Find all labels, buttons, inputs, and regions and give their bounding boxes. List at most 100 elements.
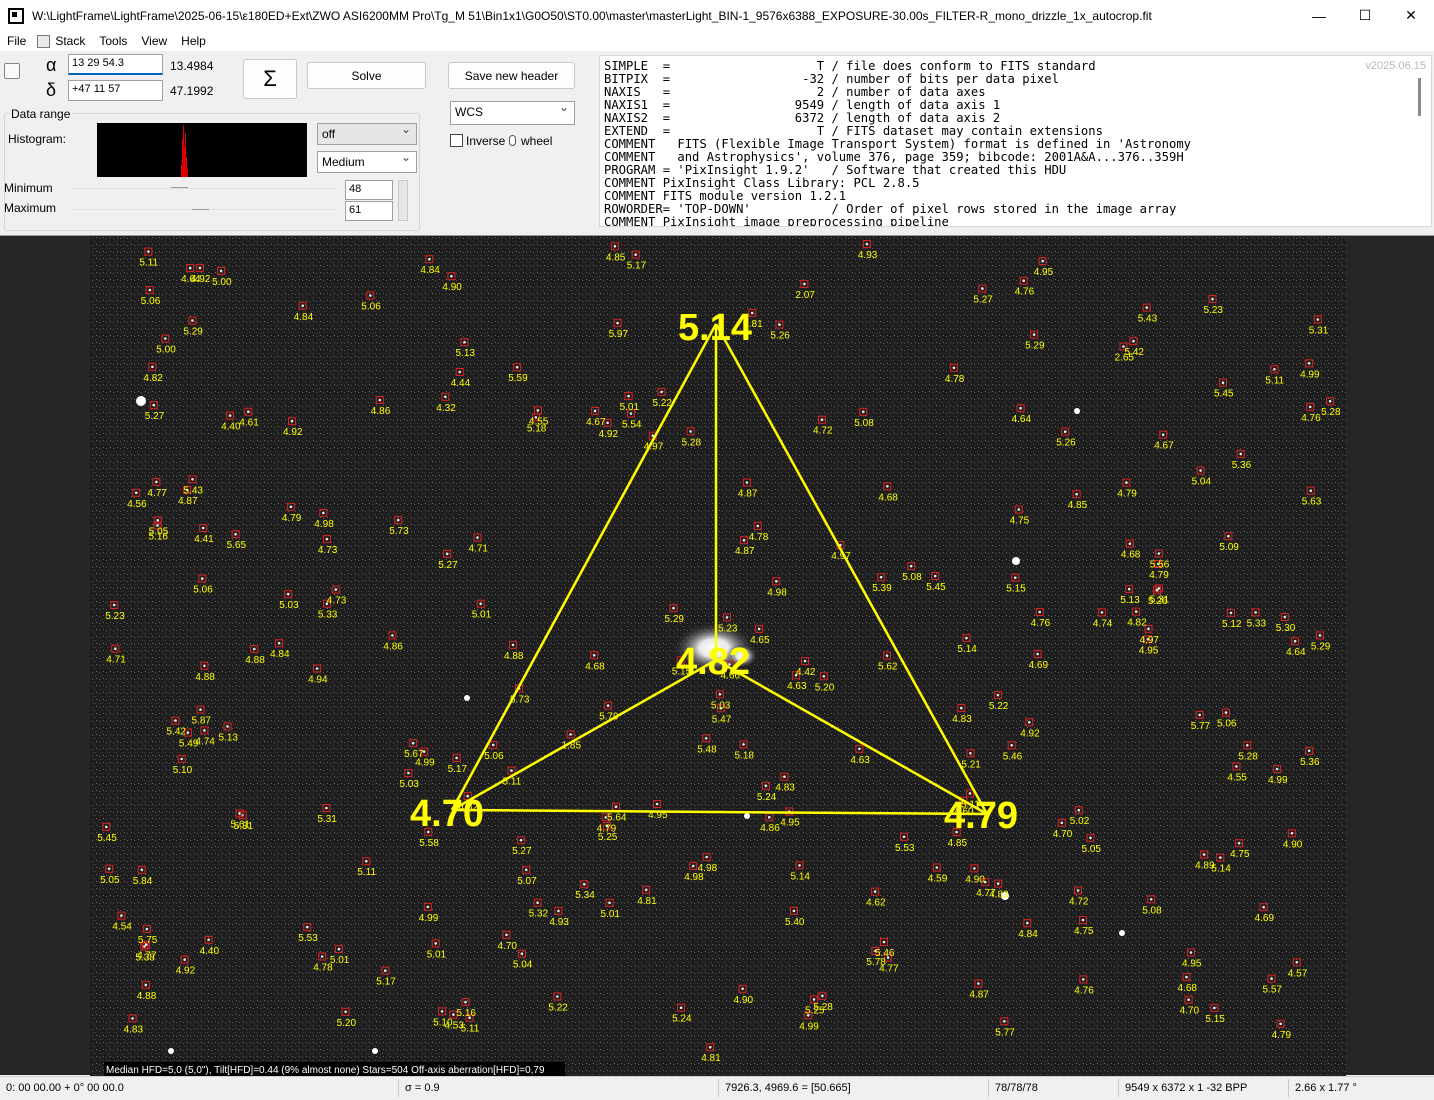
hfd-label: 5.15 bbox=[1205, 1014, 1225, 1025]
sigma-button[interactable]: Σ bbox=[243, 59, 297, 99]
ra-input[interactable]: 13 29 54.3 bbox=[68, 54, 163, 75]
maximum-field[interactable]: 61 bbox=[345, 201, 393, 221]
data-range-label: Data range bbox=[9, 107, 73, 121]
inverse-checkbox[interactable] bbox=[450, 134, 463, 147]
title-bar: W:\LightFrame\LightFrame\2025-06-15\ε180… bbox=[0, 0, 1434, 31]
hfd-label: 4.92 bbox=[191, 274, 211, 285]
ra-decimal: 13.4984 bbox=[170, 59, 214, 73]
histogram-bar bbox=[183, 125, 184, 177]
sky-image[interactable]: 5.73 5.31 5.43 5.32 5.28 5.30 5.15 5.17 5.53 5.06… bbox=[0, 236, 1434, 1076]
wcs-select[interactable]: WCS bbox=[450, 100, 575, 125]
hfd-label: 5.17 bbox=[448, 764, 468, 775]
star bbox=[960, 706, 963, 710]
hfd-label: 5.45 bbox=[1214, 389, 1234, 400]
level-select[interactable]: Medium bbox=[317, 150, 417, 173]
maximize-button[interactable]: ☐ bbox=[1342, 0, 1388, 31]
star bbox=[515, 365, 519, 369]
hfd-label: 4.79 bbox=[1272, 1030, 1292, 1041]
hfd-label: 5.27 bbox=[512, 846, 532, 857]
control-panel: α δ 13 29 54.3 +47 11 57 13.4984 47.1992… bbox=[0, 51, 1434, 231]
hfd-label: 4.78 bbox=[945, 374, 965, 385]
menu-help[interactable]: Help bbox=[174, 31, 213, 51]
hfd-label: 5.97 bbox=[609, 329, 629, 340]
hfd-label: 5.28 bbox=[1238, 751, 1258, 762]
bright-star bbox=[1012, 557, 1020, 565]
hfd-label: 4.99 bbox=[799, 1021, 819, 1032]
maximum-slider-thumb[interactable] bbox=[192, 209, 209, 210]
header-scrollbar[interactable] bbox=[1418, 78, 1421, 116]
star bbox=[148, 288, 152, 292]
hfd-label: 4.73 bbox=[327, 596, 347, 607]
star bbox=[1038, 610, 1041, 614]
hfd-label: 4.98 bbox=[767, 587, 787, 598]
hfd-label: 5.34 bbox=[575, 890, 595, 901]
hfd-label: 4.70 bbox=[1053, 829, 1073, 840]
star bbox=[1027, 721, 1031, 724]
star bbox=[778, 323, 781, 326]
hfd-label: 4.83 bbox=[124, 1024, 144, 1035]
star bbox=[757, 627, 761, 631]
minimum-field[interactable]: 48 bbox=[345, 180, 393, 200]
menu-tools[interactable]: Tools bbox=[92, 31, 134, 51]
minimize-button[interactable]: — bbox=[1296, 0, 1342, 31]
hfd-label: 5.02 bbox=[1070, 816, 1090, 827]
hfd-label: 5.06 bbox=[141, 296, 161, 307]
star bbox=[188, 266, 192, 270]
star bbox=[396, 518, 400, 522]
star bbox=[434, 942, 438, 945]
star bbox=[977, 982, 980, 985]
star bbox=[134, 491, 138, 495]
star bbox=[822, 675, 826, 678]
star bbox=[391, 634, 394, 637]
star bbox=[660, 390, 663, 394]
dec-input[interactable]: +47 11 57 bbox=[68, 80, 163, 101]
bright-star bbox=[464, 695, 470, 701]
star bbox=[145, 927, 149, 931]
hfd-label: 5.23 bbox=[105, 611, 125, 622]
star bbox=[583, 882, 586, 886]
star bbox=[909, 564, 913, 568]
star bbox=[384, 969, 387, 972]
star bbox=[1219, 856, 1222, 859]
close-button[interactable]: ✕ bbox=[1388, 0, 1434, 31]
solve-button[interactable]: Solve bbox=[307, 62, 426, 89]
hfd-label: 4.84 bbox=[270, 649, 290, 660]
star bbox=[199, 708, 202, 711]
star bbox=[858, 747, 861, 751]
hfd-label: 4.86 bbox=[383, 641, 403, 652]
image-viewer[interactable]: 5.73 5.31 5.43 5.32 5.28 5.30 5.15 5.17 5.53 5.06… bbox=[0, 235, 1434, 1076]
range-spin-control[interactable] bbox=[398, 180, 408, 221]
flip-icon[interactable] bbox=[4, 63, 20, 79]
hfd-label: 4.82 bbox=[143, 373, 163, 384]
menu-stack[interactable]: Stack bbox=[52, 31, 92, 51]
menu-bar: File Stack Tools View Help bbox=[0, 31, 1434, 51]
hfd-label: 5.00 bbox=[212, 277, 232, 288]
hfd-label: 4.70 bbox=[498, 941, 518, 952]
hfd-label: 4.71 bbox=[106, 655, 126, 666]
star bbox=[238, 812, 241, 815]
alpha-symbol: α bbox=[46, 55, 57, 75]
hfd-label: 5.39 bbox=[872, 583, 892, 594]
hfd-label: 4.77 bbox=[137, 951, 157, 962]
fits-header-memo[interactable]: SIMPLE = T / file does conform to FITS s… bbox=[599, 55, 1432, 227]
hfd-label: 4.76 bbox=[1031, 618, 1051, 629]
star bbox=[1246, 744, 1249, 747]
menu-view[interactable]: View bbox=[134, 31, 174, 51]
star bbox=[1003, 1020, 1006, 1023]
menu-file[interactable]: File bbox=[0, 31, 33, 51]
hfd-label: 4.61 bbox=[239, 418, 259, 429]
star bbox=[1283, 615, 1287, 619]
hfd-label: 4.81 bbox=[637, 896, 657, 907]
minimum-slider-thumb[interactable] bbox=[171, 187, 188, 188]
star bbox=[803, 659, 807, 663]
save-header-button[interactable]: Save new header bbox=[448, 62, 575, 89]
hfd-label: 4.88 bbox=[137, 991, 157, 1002]
star bbox=[325, 537, 329, 541]
hfd-label: 5.07 bbox=[517, 876, 537, 887]
bright-star bbox=[1119, 930, 1125, 936]
hfd-label: 4.44 bbox=[451, 378, 471, 389]
minimum-slider-track[interactable] bbox=[70, 188, 338, 189]
hfd-label: 4.88 bbox=[504, 651, 524, 662]
stretch-select[interactable]: off bbox=[317, 122, 417, 145]
star bbox=[369, 294, 372, 297]
